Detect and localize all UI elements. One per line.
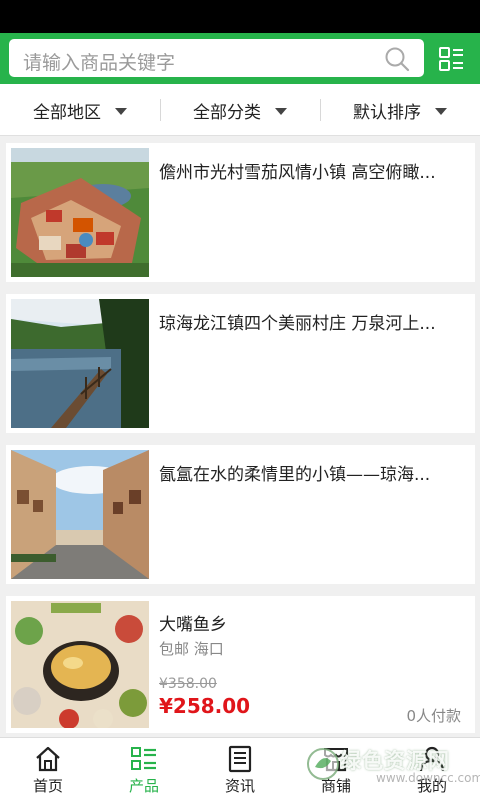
dropdown-arrow-icon: [275, 107, 287, 115]
news-icon: [228, 745, 252, 773]
filter-sort[interactable]: 默认排序: [320, 84, 480, 136]
dropdown-arrow-icon: [115, 107, 127, 115]
product-card[interactable]: 氤氲在水的柔情里的小镇——琼海...: [6, 445, 475, 584]
tab-mine-label: 我的: [416, 777, 447, 795]
product-title: 儋州市光村雪茄风情小镇 高空俯瞰...: [159, 163, 436, 183]
grid-list-icon: [439, 47, 463, 71]
bottom-tab-bar: 首页 产品 资讯 商铺 我的: [0, 737, 480, 800]
shipping-info: 包邮 海口: [159, 640, 224, 658]
product-title: 氤氲在水的柔情里的小镇——琼海...: [159, 465, 431, 485]
filter-category-label: 全部分类: [193, 102, 261, 123]
user-icon: [419, 746, 445, 772]
tab-home[interactable]: 首页: [0, 738, 96, 800]
paid-count: 0人付款: [406, 707, 461, 725]
search-icon[interactable]: [384, 46, 410, 72]
tab-mine[interactable]: 我的: [384, 738, 480, 800]
product-title: 琼海龙江镇四个美丽村庄 万泉河上...: [159, 314, 436, 334]
search-header: 请输入商品关键字: [0, 33, 480, 84]
product-card[interactable]: 儋州市光村雪茄风情小镇 高空俯瞰...: [6, 143, 475, 282]
filter-region-label: 全部地区: [33, 102, 101, 123]
status-bar: [0, 0, 480, 33]
product-thumbnail: [11, 601, 149, 728]
product-thumbnail: [11, 299, 149, 428]
filter-region[interactable]: 全部地区: [0, 84, 160, 136]
tab-news[interactable]: 资讯: [192, 738, 288, 800]
search-input[interactable]: 请输入商品关键字: [9, 39, 424, 77]
filter-bar: 全部地区 全部分类 默认排序: [0, 84, 480, 136]
product-card[interactable]: 琼海龙江镇四个美丽村庄 万泉河上...: [6, 294, 475, 433]
filter-category[interactable]: 全部分类: [160, 84, 320, 136]
tab-products[interactable]: 产品: [96, 738, 192, 800]
tab-products-label: 产品: [128, 777, 159, 795]
tab-home-label: 首页: [32, 777, 63, 795]
home-icon: [36, 746, 60, 772]
search-placeholder: 请输入商品关键字: [23, 52, 176, 74]
product-thumbnail: [11, 450, 149, 579]
dropdown-arrow-icon: [435, 107, 447, 115]
original-price: ¥358.00: [159, 676, 217, 692]
store-icon: [324, 748, 348, 772]
product-thumbnail: [11, 148, 149, 277]
sale-price: ¥258.00: [159, 694, 251, 718]
category-menu-button[interactable]: [434, 42, 468, 76]
tab-news-label: 资讯: [224, 777, 255, 795]
product-title: 大嘴鱼乡: [159, 615, 227, 635]
product-card[interactable]: 大嘴鱼乡 包邮 海口 ¥358.00 ¥258.00 0人付款: [6, 596, 475, 733]
tab-store-label: 商铺: [320, 777, 351, 795]
list-icon: [131, 747, 156, 770]
tab-store[interactable]: 商铺: [288, 738, 384, 800]
filter-sort-label: 默认排序: [353, 102, 421, 123]
